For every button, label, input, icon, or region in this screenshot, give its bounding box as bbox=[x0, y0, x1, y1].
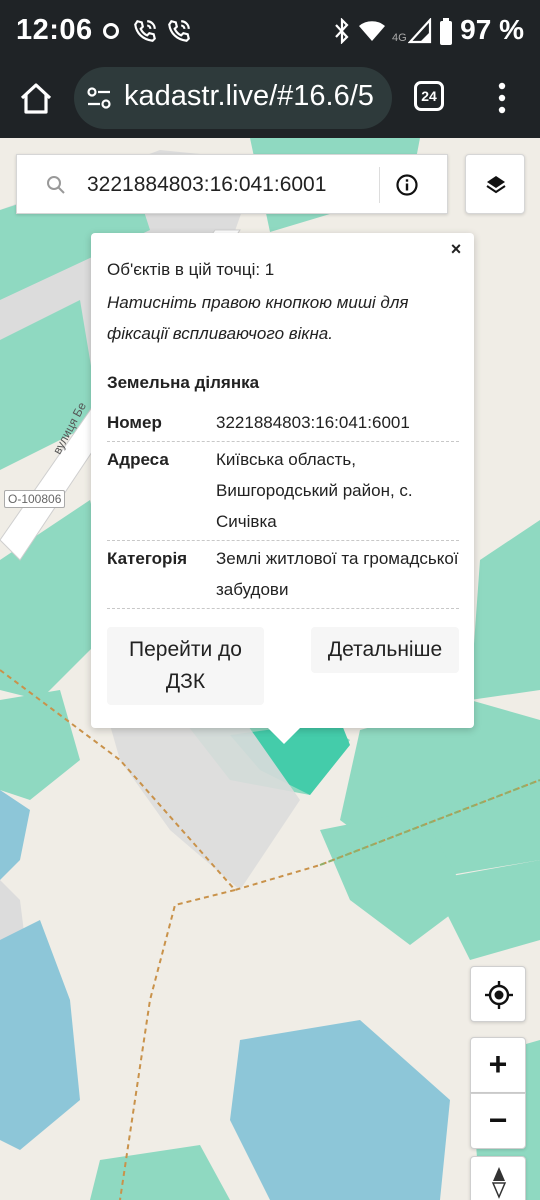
row-value: Приватна власність bbox=[216, 611, 459, 619]
locate-button[interactable] bbox=[470, 966, 526, 1022]
status-time: 12:06 bbox=[16, 14, 93, 46]
row-key: Категорія bbox=[107, 549, 188, 568]
table-row: Номер 3221884803:16:041:6001 bbox=[107, 405, 459, 442]
battery-icon bbox=[440, 18, 452, 45]
popup-close-button[interactable]: × bbox=[446, 239, 466, 259]
zoom-in-icon: + bbox=[488, 1046, 508, 1082]
compass-icon bbox=[491, 1167, 507, 1199]
circle-notification-icon bbox=[103, 23, 119, 39]
signal-icon bbox=[408, 18, 432, 44]
status-bar: 12:06 4G 97 % bbox=[0, 0, 540, 62]
table-row: Адреса Київська область, Вишгородський р… bbox=[107, 442, 459, 541]
search-input[interactable] bbox=[87, 169, 377, 201]
go-to-dzk-button[interactable]: Перейти до ДЗК bbox=[107, 627, 264, 705]
zoom-in-button[interactable]: + bbox=[470, 1037, 526, 1093]
locate-icon bbox=[485, 981, 513, 1009]
row-value: Землі житлової та громадської забудови bbox=[216, 549, 459, 599]
wifi-call-icon bbox=[134, 20, 156, 42]
wifi-icon bbox=[359, 21, 385, 41]
table-row: Категорія Землі житлової та громадської … bbox=[107, 541, 459, 609]
row-value: Київська область, Вишгородський район, с… bbox=[216, 450, 413, 531]
search-box bbox=[16, 154, 448, 214]
popup-heading: Земельна ділянка bbox=[107, 373, 260, 392]
row-value: 3221884803:16:041:6001 bbox=[216, 413, 410, 432]
url-bar[interactable]: kadastr.live/#16.6/5 bbox=[74, 67, 392, 129]
layers-icon bbox=[486, 176, 506, 194]
popup-objects-count: Об'єктів в цій точці: 1 bbox=[107, 260, 275, 279]
road-ref-badge: О-100806 bbox=[4, 490, 66, 508]
zoom-out-button[interactable]: − bbox=[470, 1093, 526, 1149]
popup-pointer bbox=[268, 728, 300, 744]
table-row: Власність Приватна власність bbox=[107, 609, 459, 619]
search-divider bbox=[379, 167, 380, 203]
info-icon[interactable] bbox=[395, 173, 419, 197]
battery-percent: 97 % bbox=[460, 14, 524, 45]
tabs-button[interactable]: 24 bbox=[414, 81, 444, 111]
row-key: Адреса bbox=[107, 450, 169, 469]
network-type: 4G bbox=[392, 32, 407, 44]
url-text: kadastr.live/#16.6/5 bbox=[124, 80, 374, 112]
wifi-call-icon bbox=[168, 20, 190, 42]
bluetooth-icon bbox=[335, 18, 349, 44]
site-settings-icon[interactable] bbox=[86, 85, 112, 111]
details-button[interactable]: Детальніше bbox=[311, 627, 459, 673]
popup-hint: Натисніть правою кнопкою миші для фіксац… bbox=[107, 293, 409, 343]
row-key: Номер bbox=[107, 413, 162, 432]
layers-button[interactable] bbox=[465, 154, 525, 214]
parcel-info-table: Номер 3221884803:16:041:6001 Адреса Київ… bbox=[107, 405, 459, 619]
home-icon[interactable] bbox=[16, 78, 56, 118]
zoom-out-icon: − bbox=[488, 1102, 508, 1138]
compass-button[interactable] bbox=[470, 1156, 526, 1200]
search-icon bbox=[47, 176, 65, 194]
browser-toolbar: kadastr.live/#16.6/5 24 bbox=[0, 62, 540, 138]
row-key: Власність bbox=[107, 611, 216, 619]
parcel-popup: × Об'єктів в цій точці: 1 Натисніть прав… bbox=[91, 233, 474, 728]
more-menu-icon[interactable] bbox=[494, 80, 510, 116]
